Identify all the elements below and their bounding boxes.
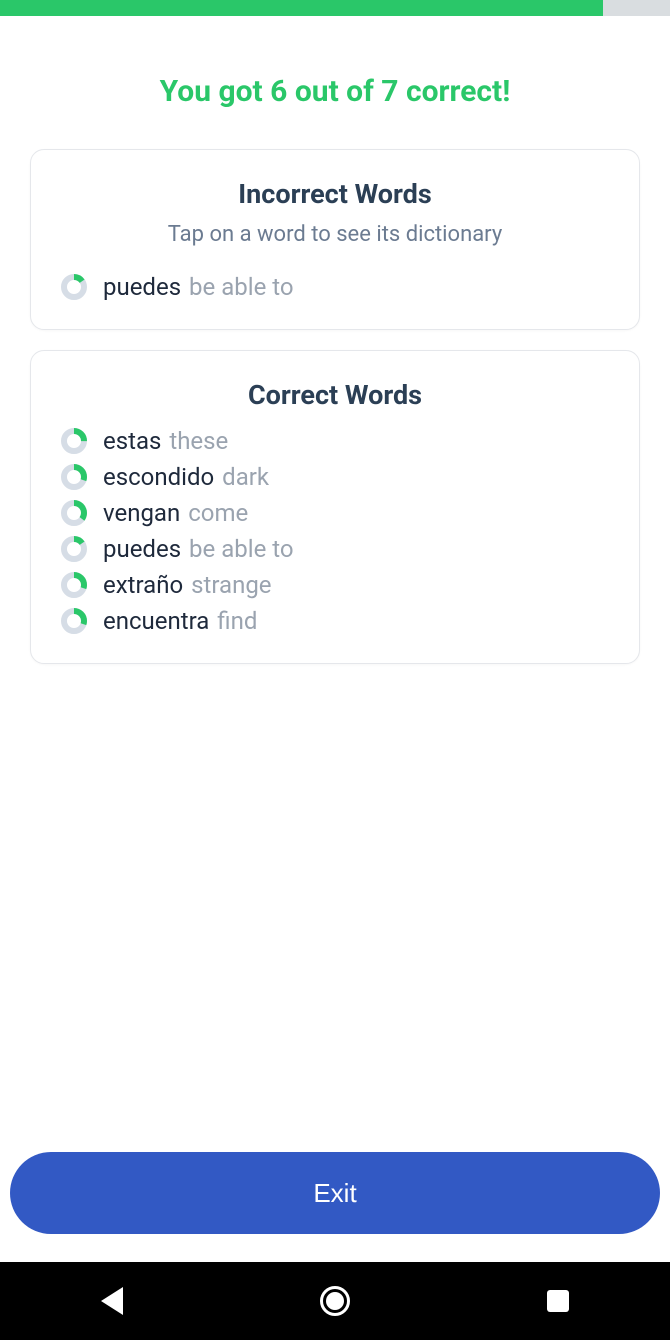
progress-ring-icon <box>61 500 87 526</box>
results-content: You got 6 out of 7 correct! Incorrect Wo… <box>0 16 670 1152</box>
progress-ring-icon <box>61 608 87 634</box>
back-icon <box>101 1287 123 1315</box>
score-title: You got 6 out of 7 correct! <box>30 74 640 109</box>
translation-label: find <box>211 607 257 635</box>
translation-label: be able to <box>183 273 293 301</box>
home-icon <box>320 1286 350 1316</box>
word-item[interactable]: vengan come <box>61 495 609 531</box>
progress-ring-icon <box>61 572 87 598</box>
correct-list: estas these escondido dark vengan come p… <box>61 423 609 639</box>
translation-label: come <box>182 499 248 527</box>
nav-recent-button[interactable] <box>498 1271 618 1331</box>
word-item[interactable]: puedes be able to <box>61 531 609 567</box>
word-label: extraño <box>103 571 183 599</box>
progress-ring-icon <box>61 274 87 300</box>
word-label: puedes <box>103 273 181 301</box>
incorrect-subtitle: Tap on a word to see its dictionary <box>61 222 609 247</box>
progress-ring-icon <box>61 428 87 454</box>
translation-label: be able to <box>183 535 293 563</box>
nav-back-button[interactable] <box>52 1271 172 1331</box>
translation-label: strange <box>185 571 271 599</box>
incorrect-title: Incorrect Words <box>61 178 609 210</box>
translation-label: dark <box>216 463 269 491</box>
correct-title: Correct Words <box>61 379 609 411</box>
recent-icon <box>547 1290 569 1312</box>
word-label: escondido <box>103 463 214 491</box>
word-item[interactable]: escondido dark <box>61 459 609 495</box>
translation-label: these <box>163 427 228 455</box>
android-navbar <box>0 1262 670 1340</box>
progress-fill <box>0 0 603 16</box>
word-label: encuentra <box>103 607 209 635</box>
word-label: puedes <box>103 535 181 563</box>
word-label: estas <box>103 427 161 455</box>
word-item[interactable]: puedes be able to <box>61 269 609 305</box>
exit-button[interactable]: Exit <box>10 1152 660 1234</box>
progress-ring-icon <box>61 536 87 562</box>
incorrect-list: puedes be able to <box>61 269 609 305</box>
correct-card: Correct Words estas these escondido dark… <box>30 350 640 664</box>
word-label: vengan <box>103 499 180 527</box>
word-item[interactable]: estas these <box>61 423 609 459</box>
incorrect-card: Incorrect Words Tap on a word to see its… <box>30 149 640 330</box>
progress-ring-icon <box>61 464 87 490</box>
nav-home-button[interactable] <box>275 1271 395 1331</box>
progress-bar <box>0 0 670 16</box>
word-item[interactable]: encuentra find <box>61 603 609 639</box>
word-item[interactable]: extraño strange <box>61 567 609 603</box>
